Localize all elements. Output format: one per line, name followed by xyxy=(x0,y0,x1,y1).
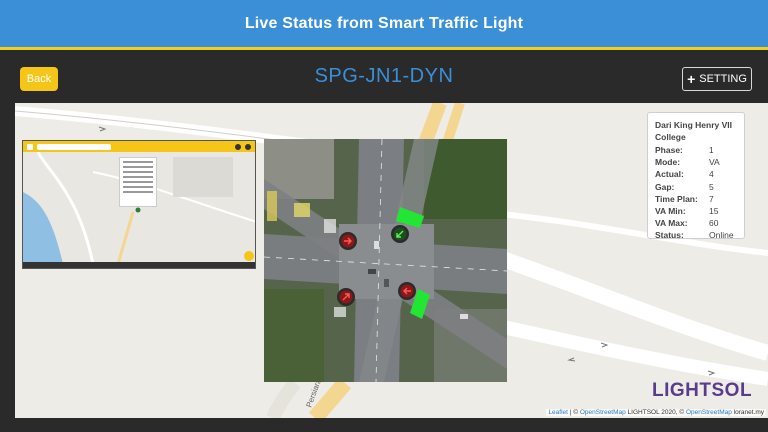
status-row: Phase: 1 xyxy=(655,145,714,155)
status-row: Time Plan: 7 xyxy=(655,193,714,204)
toolbar: Back SPG-JN1-DYN + SETTING xyxy=(0,53,768,103)
status-row: VA Min: 15 xyxy=(655,206,719,217)
status-row: Status: Online xyxy=(655,230,734,241)
osm-link-2[interactable]: OpenStreetMap xyxy=(686,409,732,416)
plus-icon: + xyxy=(687,71,696,87)
setting-button[interactable]: + SETTING xyxy=(682,67,752,91)
minimap-info-card xyxy=(119,157,157,207)
minimap-search xyxy=(37,143,111,150)
minimap-map xyxy=(23,151,255,265)
map-attribution: Leaflet | © OpenStreetMap LIGHTSOL 2020,… xyxy=(546,409,766,416)
map-view[interactable]: Persiaran Dari King Henry VII College Ph… xyxy=(15,103,768,418)
minimap-back-icon xyxy=(27,143,33,150)
minimap-inset[interactable] xyxy=(22,140,256,269)
minimap-gear-icon xyxy=(235,143,241,150)
device-id-title: SPG-JN1-DYN xyxy=(314,65,454,87)
banner-title: Live Status from Smart Traffic Light xyxy=(244,14,524,32)
status-row: Mode: VA xyxy=(655,157,720,168)
minimap-toolbar xyxy=(23,141,255,152)
status-row: VA Max: 60 xyxy=(655,218,719,229)
lightsol-logo: LIGHTSOL xyxy=(652,380,753,401)
status-row: Actual: 4 xyxy=(655,169,714,180)
status-row: Gap: 5 xyxy=(655,181,714,192)
setting-label: SETTING xyxy=(699,73,747,85)
minimap-footer xyxy=(23,262,255,268)
leaflet-link[interactable]: Leaflet xyxy=(548,409,568,416)
osm-link[interactable]: OpenStreetMap xyxy=(580,409,626,416)
app-banner: Live Status from Smart Traffic Light xyxy=(0,0,768,50)
minimap-user-icon xyxy=(245,143,251,150)
intersection-aerial-view xyxy=(264,139,507,382)
signal-status-card: Dari King Henry VII College Phase: 1 Mode… xyxy=(647,112,745,241)
status-card-title: Dari King Henry VII College xyxy=(655,120,732,142)
back-button[interactable]: Back xyxy=(20,67,58,91)
